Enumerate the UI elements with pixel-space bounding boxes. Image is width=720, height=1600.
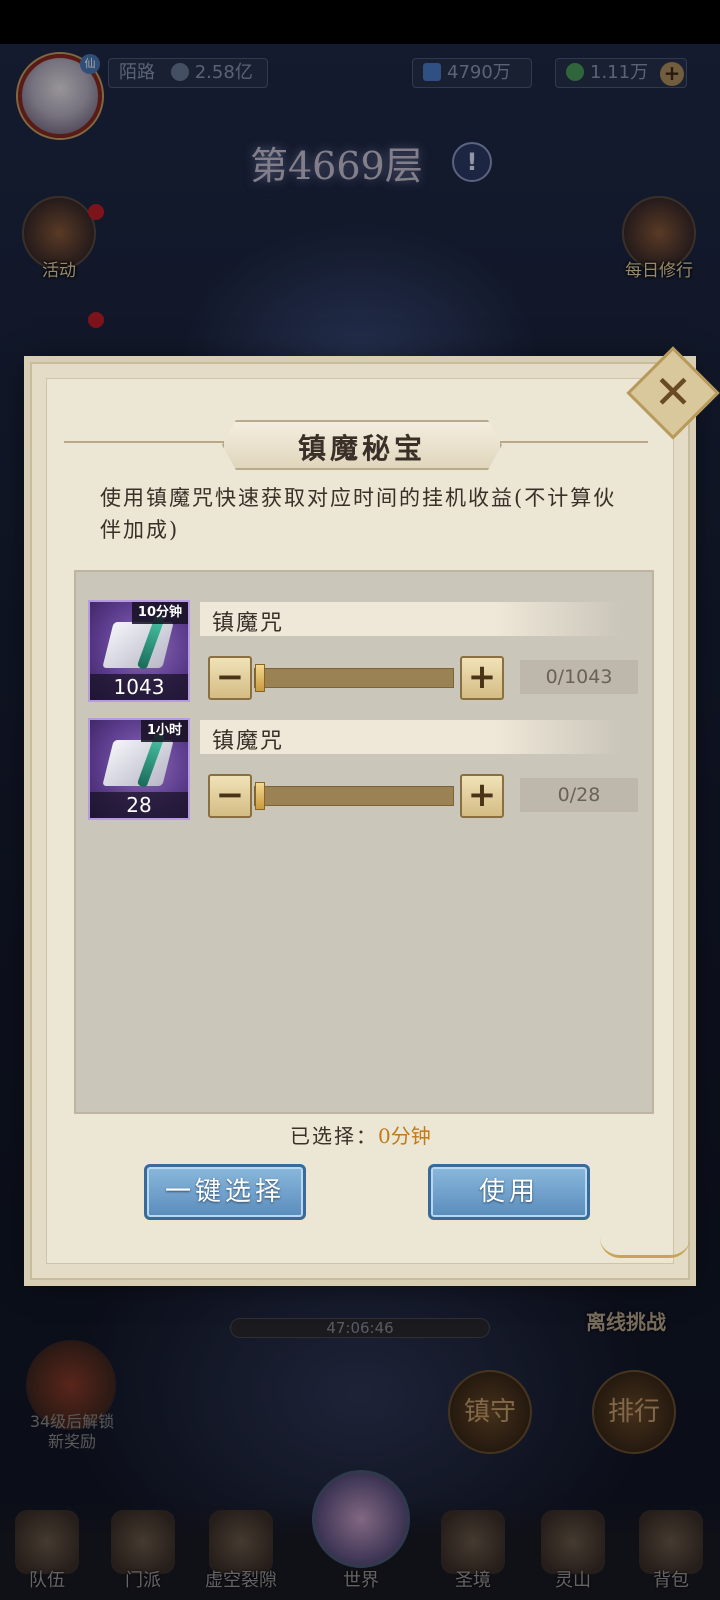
slider-handle[interactable]	[255, 664, 265, 692]
duration-tag: 10分钟	[131, 602, 188, 624]
quantity-display: 0/1043	[520, 660, 638, 694]
one-click-select-button[interactable]: 一键选择	[144, 1164, 306, 1220]
item-count: 28	[90, 792, 188, 818]
quantity-slider[interactable]	[254, 664, 454, 692]
spell-scroll-item-icon[interactable]: 1小时 28	[88, 718, 190, 820]
title-divider-left	[64, 441, 224, 443]
item-row: 1小时 28 镇魔咒 − + 0/28	[88, 718, 648, 822]
item-row: 10分钟 1043 镇魔咒 − + 0/1043	[88, 600, 648, 704]
selected-value: 0分钟	[378, 1124, 431, 1148]
dialog-description: 使用镇魔咒快速获取对应时间的挂机收益(不计算伙伴加成)	[100, 486, 617, 542]
item-count: 1043	[90, 674, 188, 700]
selected-label: 已选择：	[290, 1124, 378, 1148]
selected-summary: 已选择：0分钟	[290, 1120, 431, 1149]
item-name: 镇魔咒	[212, 729, 285, 754]
spell-scroll-item-icon[interactable]: 10分钟 1043	[88, 600, 190, 702]
quantity-slider[interactable]	[254, 782, 454, 810]
title-divider-right	[500, 441, 648, 443]
item-name: 镇魔咒	[212, 611, 285, 636]
use-button[interactable]: 使用	[428, 1164, 590, 1220]
status-bar	[0, 0, 720, 44]
slider-handle[interactable]	[255, 782, 265, 810]
decrease-button[interactable]: −	[208, 656, 252, 700]
duration-tag: 1小时	[140, 720, 188, 742]
decrease-button[interactable]: −	[208, 774, 252, 818]
dialog-title: 镇魔秘宝	[297, 432, 426, 465]
increase-button[interactable]: +	[460, 656, 504, 700]
increase-button[interactable]: +	[460, 774, 504, 818]
decorative-swirl	[600, 1238, 690, 1258]
quantity-display: 0/28	[520, 778, 638, 812]
close-icon: ✕	[653, 365, 693, 419]
